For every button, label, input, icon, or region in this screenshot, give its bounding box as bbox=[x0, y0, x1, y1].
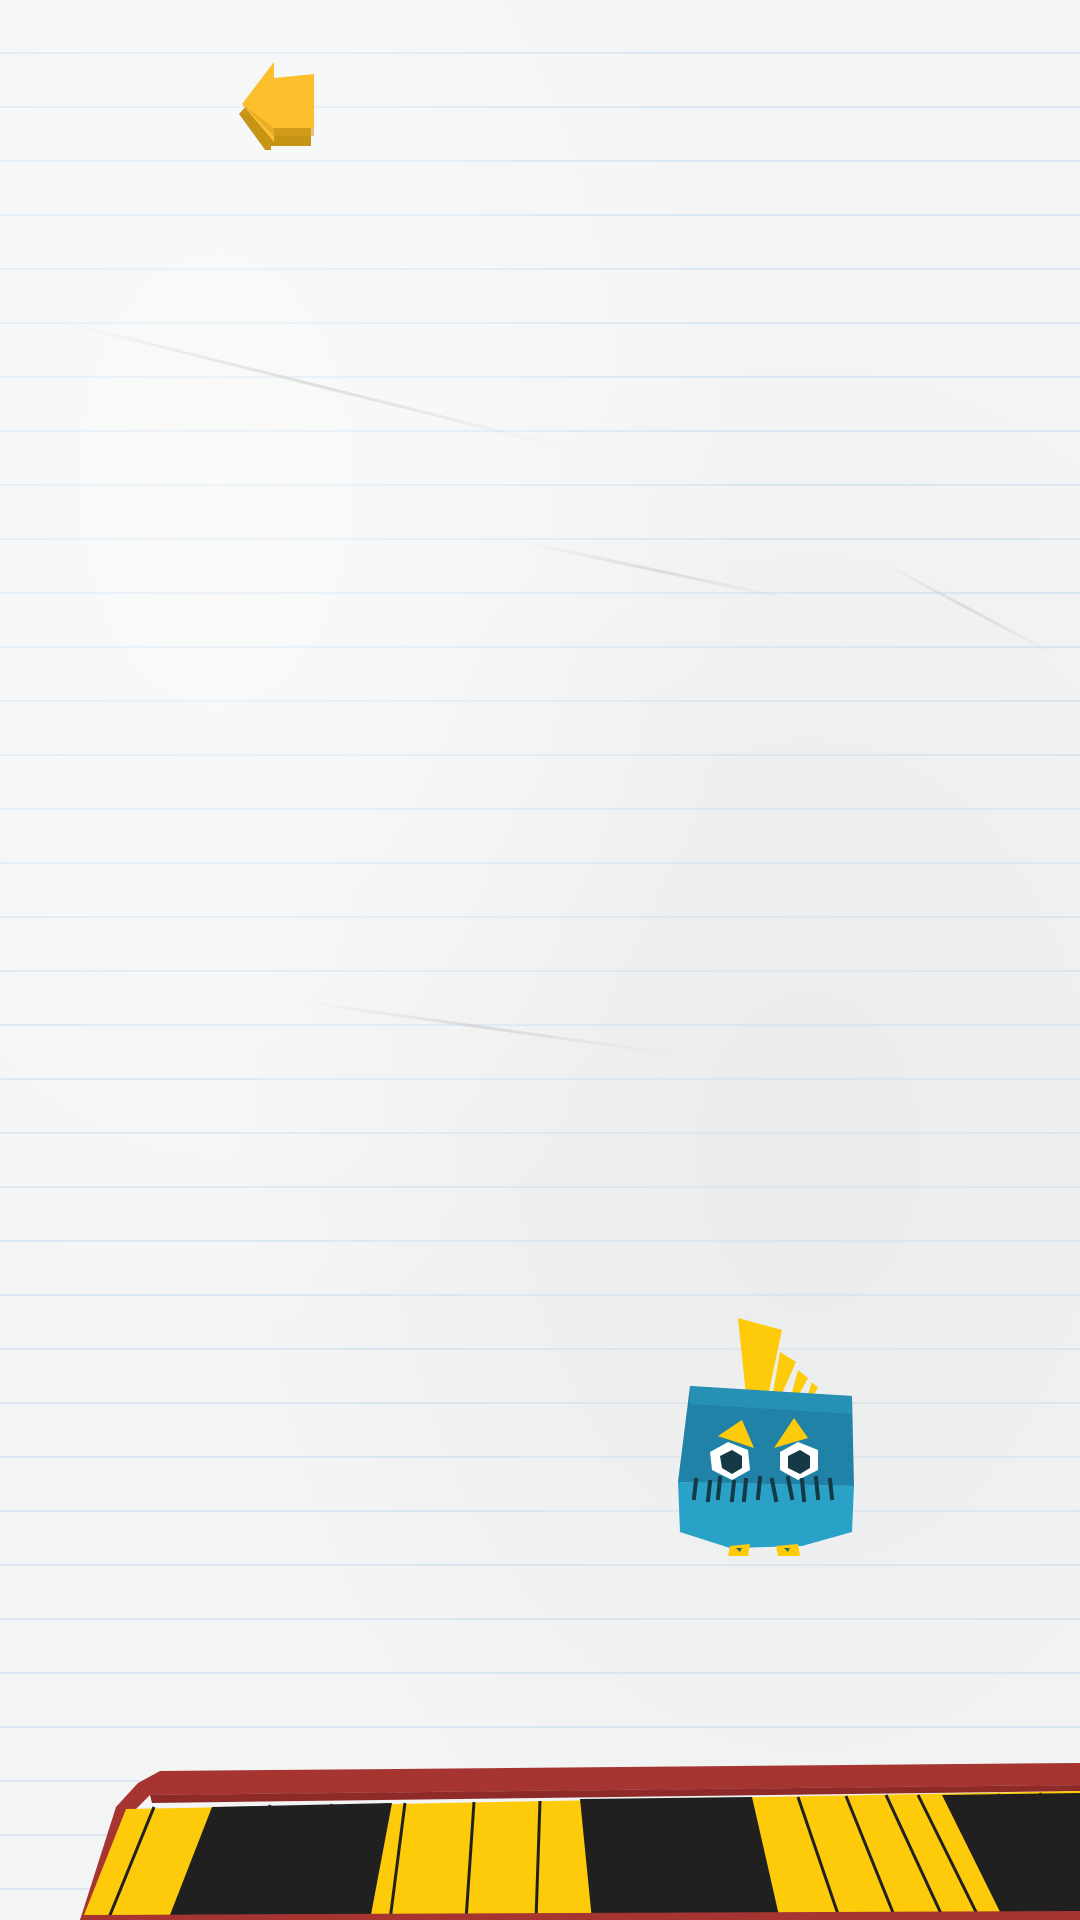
piano-keyboard-icon bbox=[80, 1763, 1080, 1920]
arrow-left-icon bbox=[239, 62, 314, 158]
back-button[interactable] bbox=[236, 58, 320, 158]
piano-keyboard[interactable] bbox=[0, 1755, 1080, 1920]
blue-monster-character[interactable] bbox=[676, 1318, 858, 1558]
blue-monster-icon bbox=[678, 1318, 854, 1556]
notebook-paper-background bbox=[0, 0, 1080, 1920]
